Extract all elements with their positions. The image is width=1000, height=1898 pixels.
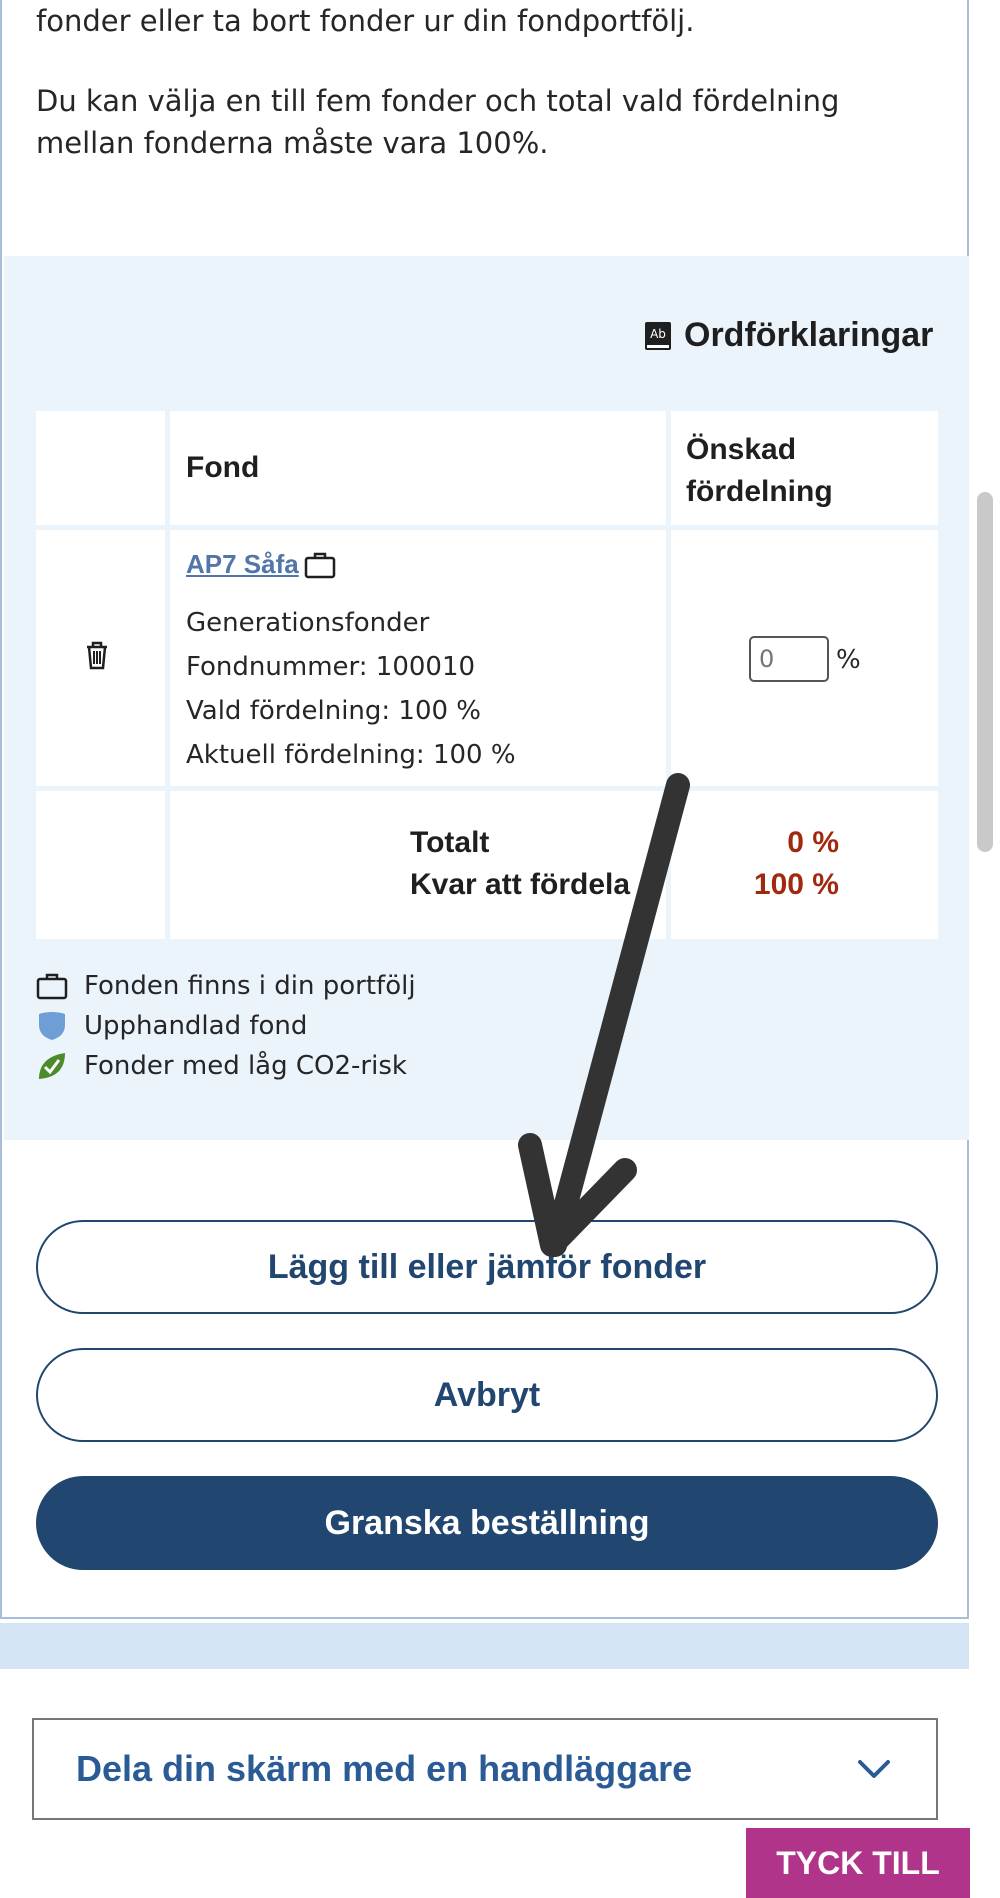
page-scrollbar[interactable] xyxy=(977,492,993,852)
fund-selected-allocation: Vald fördelning: 100 % xyxy=(186,696,482,726)
legend-label: Fonder med låg CO2-risk xyxy=(84,1051,407,1081)
legend-label: Upphandlad fond xyxy=(84,1011,308,1041)
fund-column-header: Fond xyxy=(186,451,260,484)
intro-text-2: Du kan välja en till fem fonder och tota… xyxy=(36,84,840,160)
section-divider-band xyxy=(0,1623,969,1669)
cancel-button[interactable]: Avbryt xyxy=(36,1348,938,1442)
check-leaf-icon xyxy=(39,1053,65,1079)
totals-cell-labels xyxy=(170,791,666,939)
fund-number: Fondnummer: 100010 xyxy=(186,652,476,682)
feedback-button[interactable]: TYCK TILL xyxy=(746,1828,970,1898)
fund-name-link[interactable]: AP7 Såfa xyxy=(186,549,299,580)
legend-label: Fonden finns i din portfölj xyxy=(84,971,416,1001)
chevron-down-icon xyxy=(858,1760,890,1778)
svg-text:Ab: Ab xyxy=(650,327,666,341)
legend-low-co2: Fonder med låg CO2-risk xyxy=(36,1051,407,1081)
glossary-label: Ordförklaringar xyxy=(684,316,934,354)
shield-icon xyxy=(39,1012,65,1040)
briefcase-icon xyxy=(36,973,68,1000)
remaining-value: 100 % xyxy=(753,868,839,901)
add-compare-funds-button[interactable]: Lägg till eller jämför fonder xyxy=(36,1220,938,1314)
legend-portfolio: Fonden finns i din portfölj xyxy=(36,971,416,1001)
remaining-label: Kvar att fördela xyxy=(410,868,631,901)
review-order-button[interactable]: Granska beställning xyxy=(36,1476,938,1570)
glossary-link[interactable]: Ab Ordförklaringar xyxy=(644,316,933,355)
briefcase-icon xyxy=(304,552,336,579)
legend-procured: Upphandlad fond xyxy=(36,1011,307,1041)
trash-icon[interactable] xyxy=(84,640,110,670)
header-cell-desired: Önskad fördelning xyxy=(671,411,938,525)
total-label: Totalt xyxy=(410,826,490,859)
desired-allocation-input[interactable] xyxy=(749,636,829,682)
header-cell-empty xyxy=(36,411,165,525)
totals-cell-empty xyxy=(36,791,165,939)
book-ab-icon: Ab xyxy=(645,321,671,350)
row-cell-delete xyxy=(36,530,165,786)
percent-sign: % xyxy=(836,645,861,675)
header-cell-fund: Fond xyxy=(170,411,666,525)
totals-cell-values xyxy=(671,791,938,939)
accordion-label: Dela din skärm med en handläggare xyxy=(76,1748,693,1789)
fund-category: Generationsfonder xyxy=(186,608,430,638)
intro-text-1: fonder eller ta bort fonder ur din fondp… xyxy=(36,4,695,38)
fund-current-allocation: Aktuell fördelning: 100 % xyxy=(186,740,516,770)
desired-column-header: Önskad fördelning xyxy=(686,433,833,508)
total-value: 0 % xyxy=(787,826,839,859)
fund-change-card: fonder eller ta bort fonder ur din fondp… xyxy=(0,0,969,1619)
share-screen-accordion[interactable]: Dela din skärm med en handläggare xyxy=(32,1718,938,1820)
